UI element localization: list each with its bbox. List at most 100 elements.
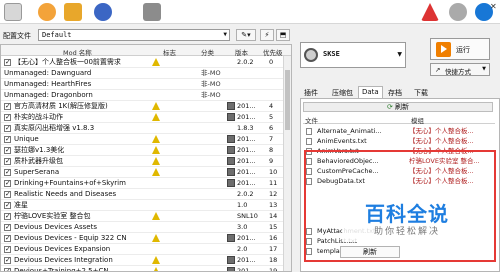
executable-name: SKSE [323,50,340,58]
warning-flag-icon [152,58,160,66]
scrollbar[interactable] [283,56,291,271]
mod-priority: 6 [269,124,274,132]
mod-row[interactable]: SuperSerana 201... 10 [1,167,283,178]
mod-version: 201... [237,234,256,242]
mod-row[interactable]: 朴实的战斗动作 201... 5 [1,112,283,123]
tab-plugins[interactable]: 插件 [300,86,322,98]
mod-priority: 15 [269,223,278,231]
mod-checkbox[interactable] [4,167,11,177]
file-name: Alternate_Animati... [317,127,382,135]
mod-checkbox[interactable] [4,101,11,111]
run-label: 运行 [456,46,470,54]
tab-downloads[interactable]: 下载 [410,86,432,98]
file-icon [306,138,312,145]
profile-select[interactable]: Default ▼ [38,29,230,41]
col-flags[interactable]: 标志 [163,47,176,57]
shortcut-label: 快捷方式 [445,68,471,76]
file-icon [306,128,312,135]
mod-checkbox[interactable] [4,255,11,265]
mod-checkbox[interactable] [4,134,11,144]
mod-checkbox[interactable] [4,211,11,221]
mod-checkbox[interactable] [4,200,11,210]
mod-row[interactable]: Devious Devices Integration 201... 18 [1,255,283,266]
archive-icon [227,179,235,187]
mod-row[interactable]: 柠骆LOVE实验室 整合包 SNL10 14 [1,211,283,222]
mod-checkbox[interactable] [4,178,11,188]
mod-name: Devious+Training+2.5+CN [14,267,109,272]
mod-row[interactable]: Unique 201... 7 [1,134,283,145]
tab-data[interactable]: Data [358,86,383,98]
refresh-button[interactable]: ⟳ 刷新 [303,102,493,112]
scrollbar-thumb[interactable] [285,70,290,130]
mod-row[interactable]: 真实原闪出稻增强 v1.8.3 1.8.3 6 [1,123,283,134]
file-row[interactable]: Alternate_Animati... 【无心】个人整合板... [303,126,495,136]
mod-row[interactable]: Devious+Training+2.5+CN 201... 19 [1,266,283,272]
executable-select[interactable]: SKSE ▼ [300,42,406,68]
mod-row[interactable]: Drinking+Fountains+of+Skyrim 201... 11 [1,178,283,189]
archive-icon [227,168,235,176]
mod-checkbox[interactable] [4,266,11,271]
mod-checkbox[interactable] [4,244,11,254]
close-icon[interactable]: ✕ [490,2,497,11]
refresh-label: 刷新 [395,103,410,111]
warning-flag-icon [152,234,160,242]
mod-row[interactable]: 质朴武器升级包 201... 9 [1,156,283,167]
col-file[interactable]: 文件 [305,115,318,125]
nexus-icon[interactable] [38,3,56,21]
warning-flag-icon [152,168,160,176]
col-mod[interactable]: 模组 [411,115,424,125]
executable-area: SKSE ▼ 运行 ↗ 快捷方式 ▼ [300,38,500,78]
warning-icon[interactable] [421,3,439,21]
watermark-title: 百科全说 [365,202,449,226]
tab-archives[interactable]: 压缩包 [328,86,357,98]
mod-row[interactable]: Unmanaged: HearthFires 非-MO [1,79,283,90]
tab-saves[interactable]: 存档 [384,86,406,98]
profile-label: 配置文件 [3,32,31,40]
mod-version: SNL10 [237,212,258,220]
mod-row[interactable]: 【无心】个人整合板一00前置需求 2.0.2 0 [1,57,283,68]
mod-row[interactable]: 准星 1.0 13 [1,200,283,211]
mod-checkbox[interactable] [4,222,11,232]
mod-version: 1.0 [237,201,248,209]
lightning-button[interactable]: ⚡ [260,29,274,41]
mod-name: Unmanaged: HearthFires [4,80,92,88]
mod-checkbox[interactable] [4,145,11,155]
warning-flag-icon [152,267,160,271]
warning-flag-icon [152,256,160,264]
col-name[interactable]: Mod 名称 [63,47,92,57]
skse-icon [304,48,318,62]
settings-tools-icon[interactable] [143,3,161,21]
mod-checkbox[interactable] [4,112,11,122]
backup-button[interactable]: ⬒ [276,29,290,41]
mod-list-header: Mod 名称 标志 分类 版本 优先级 [1,45,291,57]
col-category[interactable]: 分类 [201,47,214,57]
install-mod-icon[interactable] [64,3,82,21]
context-menu-refresh[interactable]: 刷新 [340,246,400,258]
mod-row[interactable]: Unmanaged: Dragonborn 非-MO [1,90,283,101]
mod-row[interactable]: Unmanaged: Dawnguard 非-MO [1,68,283,79]
tools-button[interactable]: ✎▾ [236,29,256,41]
mod-row[interactable]: Realistic Needs and Diseases 2.0.2 12 [1,189,283,200]
user-icon[interactable] [94,3,112,21]
file-row[interactable]: AnimEvents.txt 【无心】个人整合板... [303,136,495,146]
mod-checkbox[interactable] [4,57,11,67]
open-icon[interactable] [4,3,22,21]
mod-version: 201... [237,135,256,143]
col-version[interactable]: 版本 [235,47,248,57]
play-icon [436,42,451,57]
shortcut-button[interactable]: ↗ 快捷方式 ▼ [430,63,490,76]
mod-checkbox[interactable] [4,156,11,166]
mod-row[interactable]: Devious Devices Expansion 2.0 17 [1,244,283,255]
mod-checkbox[interactable] [4,123,11,133]
mod-row[interactable]: Devious Devices Assets 3.0 15 [1,222,283,233]
mod-checkbox[interactable] [4,189,11,199]
mod-list: Mod 名称 标志 分类 版本 优先级 【无心】个人整合板一00前置需求 2.0.… [0,44,292,272]
mod-row[interactable]: 瑟拉娜v1.3美化 201... 8 [1,145,283,156]
mod-checkbox[interactable] [4,233,11,243]
run-button[interactable]: 运行 [430,38,490,60]
mod-row[interactable]: 官方高清材质 1K(解压修复版) 201... 4 [1,101,283,112]
update-icon[interactable] [449,3,467,21]
col-priority[interactable]: 优先级 [263,47,283,57]
refresh-icon: ⟳ [386,103,393,111]
mod-row[interactable]: Devious Devices - Equip 322 CN 201... 16 [1,233,283,244]
